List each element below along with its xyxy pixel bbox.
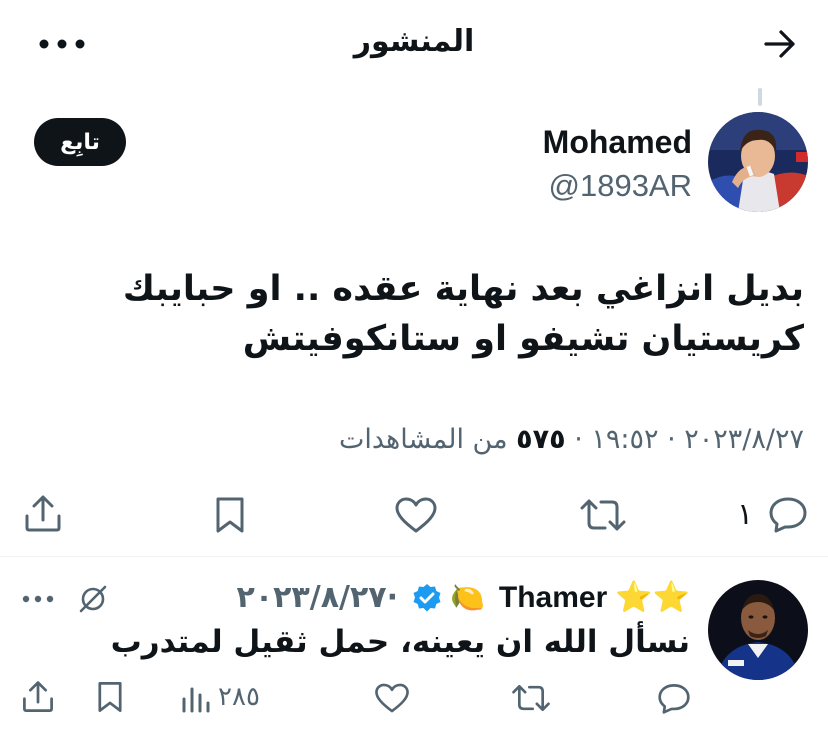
share-icon xyxy=(23,681,53,712)
author-avatar[interactable] xyxy=(708,112,808,212)
like-icon xyxy=(375,683,409,713)
reply-bookmark-button[interactable] xyxy=(90,676,130,718)
post-date: ٢٠٢٣/٨/٢٧ xyxy=(684,424,804,455)
reply-author-avatar[interactable] xyxy=(708,580,808,680)
post-meta: ٢٠٢٣/٨/٢٧ · ١٩:٥٢ · ٥٧٥ من المشاهدات xyxy=(339,420,804,460)
reply-icon xyxy=(658,684,690,714)
post-text-line-1: بديل انزاغي بعد نهاية عقده .. او حبايبك xyxy=(122,269,804,309)
share-button[interactable] xyxy=(18,490,68,538)
like-icon xyxy=(395,497,437,533)
reply-views-count: ٢٨٥ xyxy=(218,682,260,712)
retweet-icon xyxy=(580,499,626,531)
retweet-icon xyxy=(512,685,550,711)
more-icon[interactable] xyxy=(34,24,90,64)
views-icon xyxy=(182,687,210,713)
follow-button[interactable]: تابِع xyxy=(34,118,126,166)
divider xyxy=(0,556,828,557)
share-icon xyxy=(25,495,61,532)
author-handle[interactable]: @1893AR xyxy=(549,166,693,206)
bookmark-icon xyxy=(216,497,244,533)
meta-separator: · xyxy=(667,424,676,455)
reply-icon xyxy=(769,497,807,533)
more-icon xyxy=(22,595,54,603)
reply-author-name[interactable]: Thamer xyxy=(499,576,607,620)
post-time: ١٩:٥٢ xyxy=(591,424,659,455)
reply-button[interactable]: ١ xyxy=(728,490,818,538)
muted-icon xyxy=(79,585,107,613)
like-button[interactable] xyxy=(390,492,442,538)
reply-retweet-button[interactable] xyxy=(508,678,554,718)
verified-badge-icon xyxy=(412,583,442,613)
reply-date: ٢٠٢٣/٨/٢٧ xyxy=(236,580,387,615)
post-text: بديل انزاغي بعد نهاية عقده .. او حبايبك … xyxy=(24,264,804,364)
reply-text: نسأل الله ان يعينه، حمل ثقيل لمتدرب xyxy=(110,624,690,660)
page-title: المنشور xyxy=(353,24,475,59)
reply-like-button[interactable] xyxy=(370,678,414,718)
stars-emoji: ⭐⭐ xyxy=(615,580,690,615)
thread-line xyxy=(758,88,762,106)
reply-views-button[interactable]: ٢٨٥ xyxy=(168,676,272,718)
author-name[interactable]: Mohamed xyxy=(543,122,692,162)
reply-separator: · xyxy=(386,580,399,615)
bookmark-icon xyxy=(98,682,122,712)
bookmark-button[interactable] xyxy=(206,492,254,538)
views-label[interactable]: من المشاهدات xyxy=(339,424,508,455)
reply-share-button[interactable] xyxy=(16,676,60,718)
mute-button[interactable] xyxy=(72,578,114,620)
views-count[interactable]: ٥٧٥ xyxy=(516,424,565,455)
reply-reply-button[interactable] xyxy=(652,678,696,718)
reply-more-button[interactable] xyxy=(16,578,60,620)
retweet-button[interactable] xyxy=(575,492,631,538)
reply-header: ⭐⭐ Thamer 🍋 · ٢٠٢٣/٨/٢٧ xyxy=(237,576,690,620)
lemon-emoji: 🍋 xyxy=(450,581,485,614)
reply-count: ١ xyxy=(736,496,754,532)
meta-separator: · xyxy=(574,424,583,455)
post-text-line-2: كريستيان تشيفو او ستانكوفيتش xyxy=(242,319,804,359)
